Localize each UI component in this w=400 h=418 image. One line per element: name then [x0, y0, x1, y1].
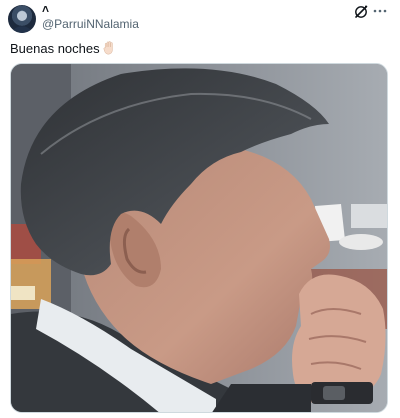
grok-icon[interactable]	[354, 5, 368, 19]
tweet-card[interactable]: ˄ @ParruiNNalamia Buenas noches	[0, 0, 400, 418]
media-photo[interactable]	[10, 63, 388, 413]
user-handle[interactable]: @ParruiNNalamia	[42, 17, 139, 31]
tweet-text-content: Buenas noches	[10, 41, 100, 56]
display-name[interactable]: ˄	[42, 3, 49, 16]
avatar[interactable]	[8, 5, 36, 33]
tweet-text: Buenas noches	[10, 41, 115, 59]
raised-hand-emoji	[103, 41, 115, 59]
more-icon[interactable]	[372, 4, 388, 18]
